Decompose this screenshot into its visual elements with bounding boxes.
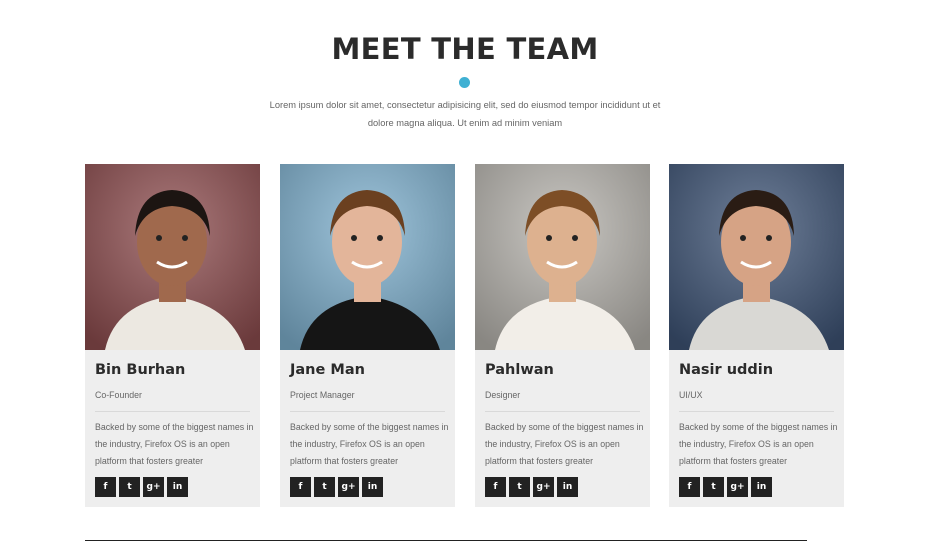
twitter-icon[interactable]: t (119, 477, 140, 497)
member-name: Jane Man (290, 362, 365, 378)
team-card: Nasir uddin UI/UX Backed by some of the bi… (669, 164, 844, 507)
twitter-icon[interactable]: t (703, 477, 724, 497)
member-role: Co-Founder (95, 390, 142, 400)
member-role: Designer (485, 390, 521, 400)
linkedin-icon[interactable]: in (362, 477, 383, 497)
linkedin-icon[interactable]: in (167, 477, 188, 497)
bottom-divider (85, 540, 807, 541)
title-accent-dot (459, 77, 470, 88)
card-divider (485, 411, 640, 412)
linkedin-icon[interactable]: in (751, 477, 772, 497)
social-links: f t g+ in (679, 477, 772, 497)
linkedin-icon[interactable]: in (557, 477, 578, 497)
member-role: Project Manager (290, 390, 355, 400)
facebook-icon[interactable]: f (485, 477, 506, 497)
member-role: UI/UX (679, 390, 703, 400)
team-card: Bin Burhan Co-Founder Backed by some of th… (85, 164, 260, 507)
twitter-icon[interactable]: t (509, 477, 530, 497)
member-photo (280, 164, 455, 350)
social-links: f t g+ in (95, 477, 188, 497)
member-photo (475, 164, 650, 350)
card-divider (95, 411, 250, 412)
facebook-icon[interactable]: f (290, 477, 311, 497)
member-name: Pahlwan (485, 362, 554, 378)
facebook-icon[interactable]: f (679, 477, 700, 497)
member-bio: Backed by some of the biggest names in t… (679, 422, 838, 466)
member-bio: Backed by some of the biggest names in t… (290, 422, 449, 466)
member-name: Nasir uddin (679, 362, 774, 378)
social-links: f t g+ in (290, 477, 383, 497)
member-bio: Backed by some of the biggest names in t… (485, 422, 644, 466)
google-plus-icon[interactable]: g+ (727, 477, 748, 497)
card-divider (679, 411, 834, 412)
google-plus-icon[interactable]: g+ (533, 477, 554, 497)
social-links: f t g+ in (485, 477, 578, 497)
member-bio: Backed by some of the biggest names in t… (95, 422, 254, 466)
google-plus-icon[interactable]: g+ (143, 477, 164, 497)
section-intro: Lorem ipsum dolor sit amet, consectetur … (269, 100, 661, 128)
member-photo (85, 164, 260, 350)
twitter-icon[interactable]: t (314, 477, 335, 497)
member-name: Bin Burhan (95, 362, 186, 378)
team-card: Jane Man Project Manager Backed by some of… (280, 164, 455, 507)
team-card: Pahlwan Designer Backed by some of the big… (475, 164, 650, 507)
card-divider (290, 411, 445, 412)
google-plus-icon[interactable]: g+ (338, 477, 359, 497)
member-photo (669, 164, 844, 350)
section-title: MEET THE TEAM (331, 32, 599, 66)
facebook-icon[interactable]: f (95, 477, 116, 497)
